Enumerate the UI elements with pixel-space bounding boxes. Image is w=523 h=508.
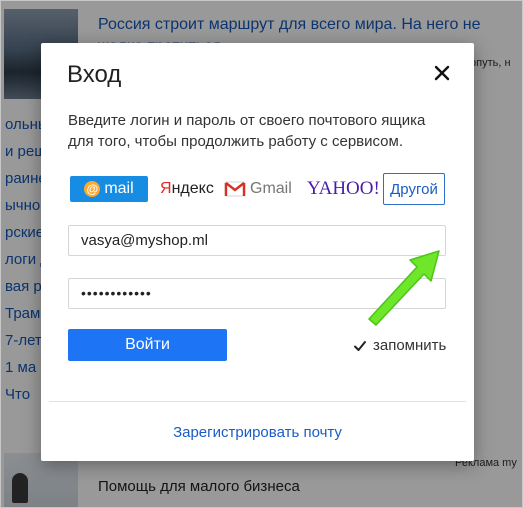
login-button[interactable]: Войти (68, 329, 227, 361)
provider-other[interactable]: Другой (383, 173, 445, 205)
provider-gmail[interactable]: Gmail (224, 173, 292, 205)
remember-label: запомнить (373, 337, 447, 354)
provider-yahoo-label: YAHOO! (307, 178, 380, 199)
register-link[interactable]: Зарегистрировать почту (41, 424, 474, 441)
provider-gmail-label: Gmail (250, 180, 292, 197)
remember-checkbox[interactable]: запомнить (353, 337, 446, 354)
window-frame: Россия строит маршрут для всего мира. На… (0, 0, 523, 508)
pointer-arrow-icon (368, 250, 440, 326)
login-dialog: Вход Введите логин и пароль от своего по… (41, 43, 474, 461)
checkmark-icon[interactable] (353, 339, 367, 353)
yandex-logo-rest: ндекс (171, 180, 214, 197)
provider-yahoo[interactable]: YAHOO! (307, 173, 380, 205)
provider-other-label: Другой (390, 180, 438, 198)
dialog-divider (49, 401, 466, 402)
gmail-envelope-icon (224, 181, 246, 197)
provider-tabs: @ mail Яндекс Gmail YAHOO! Другой (70, 173, 450, 207)
yandex-logo-letter: Я (160, 180, 172, 197)
dialog-title: Вход (67, 61, 122, 88)
provider-yandex[interactable]: Яндекс (160, 173, 214, 205)
dialog-description: Введите логин и пароль от своего почтово… (68, 112, 426, 150)
close-icon[interactable] (432, 63, 452, 83)
provider-mailru[interactable]: @ mail (70, 176, 148, 202)
at-icon: @ (84, 181, 101, 197)
provider-mailru-label: mail (104, 180, 134, 197)
